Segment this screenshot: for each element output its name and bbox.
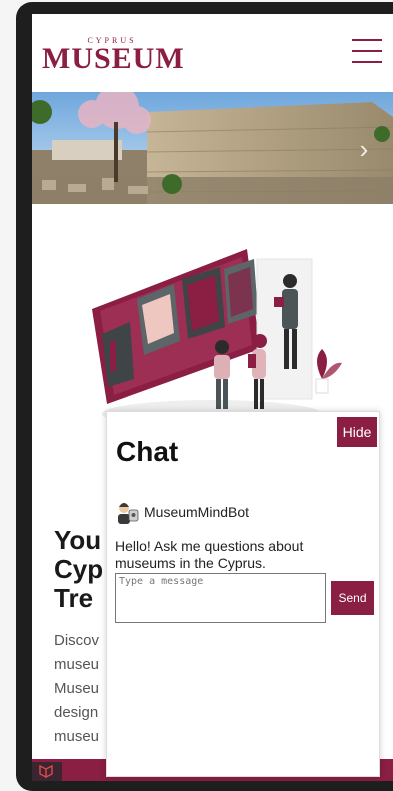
site-header: CYPRUS MUSEUM xyxy=(32,14,393,92)
person-man xyxy=(214,340,230,409)
bot-header: MuseumMindBot xyxy=(116,500,366,526)
carousel-next-icon[interactable]: › xyxy=(354,134,374,164)
app-screen: CYPRUS MUSEUM › You Cyp Tre Discov museu… xyxy=(32,14,393,781)
bot-message: Hello! Ask me questions about museums in… xyxy=(115,538,304,571)
send-button[interactable]: Send xyxy=(331,581,374,615)
chat-message-input[interactable] xyxy=(115,573,326,623)
chat-title: Chat xyxy=(116,436,179,467)
plant xyxy=(315,349,342,394)
bot-avatar-icon xyxy=(118,503,139,524)
museum-logo[interactable]: CYPRUS MUSEUM xyxy=(42,36,185,76)
laravel-icon[interactable] xyxy=(32,762,62,781)
bot-name: MuseumMindBot xyxy=(144,504,250,520)
hamburger-menu-icon[interactable] xyxy=(352,36,382,66)
hide-chat-button[interactable]: Hide xyxy=(337,417,377,447)
hero-carousel: › xyxy=(32,92,393,204)
gallery-illustration xyxy=(92,249,342,428)
hero-image xyxy=(32,92,393,204)
logo-text: MUSEUM xyxy=(42,42,185,75)
chat-widget: Hide Chat MuseumMindBot Hello! Ask me qu… xyxy=(106,411,380,777)
